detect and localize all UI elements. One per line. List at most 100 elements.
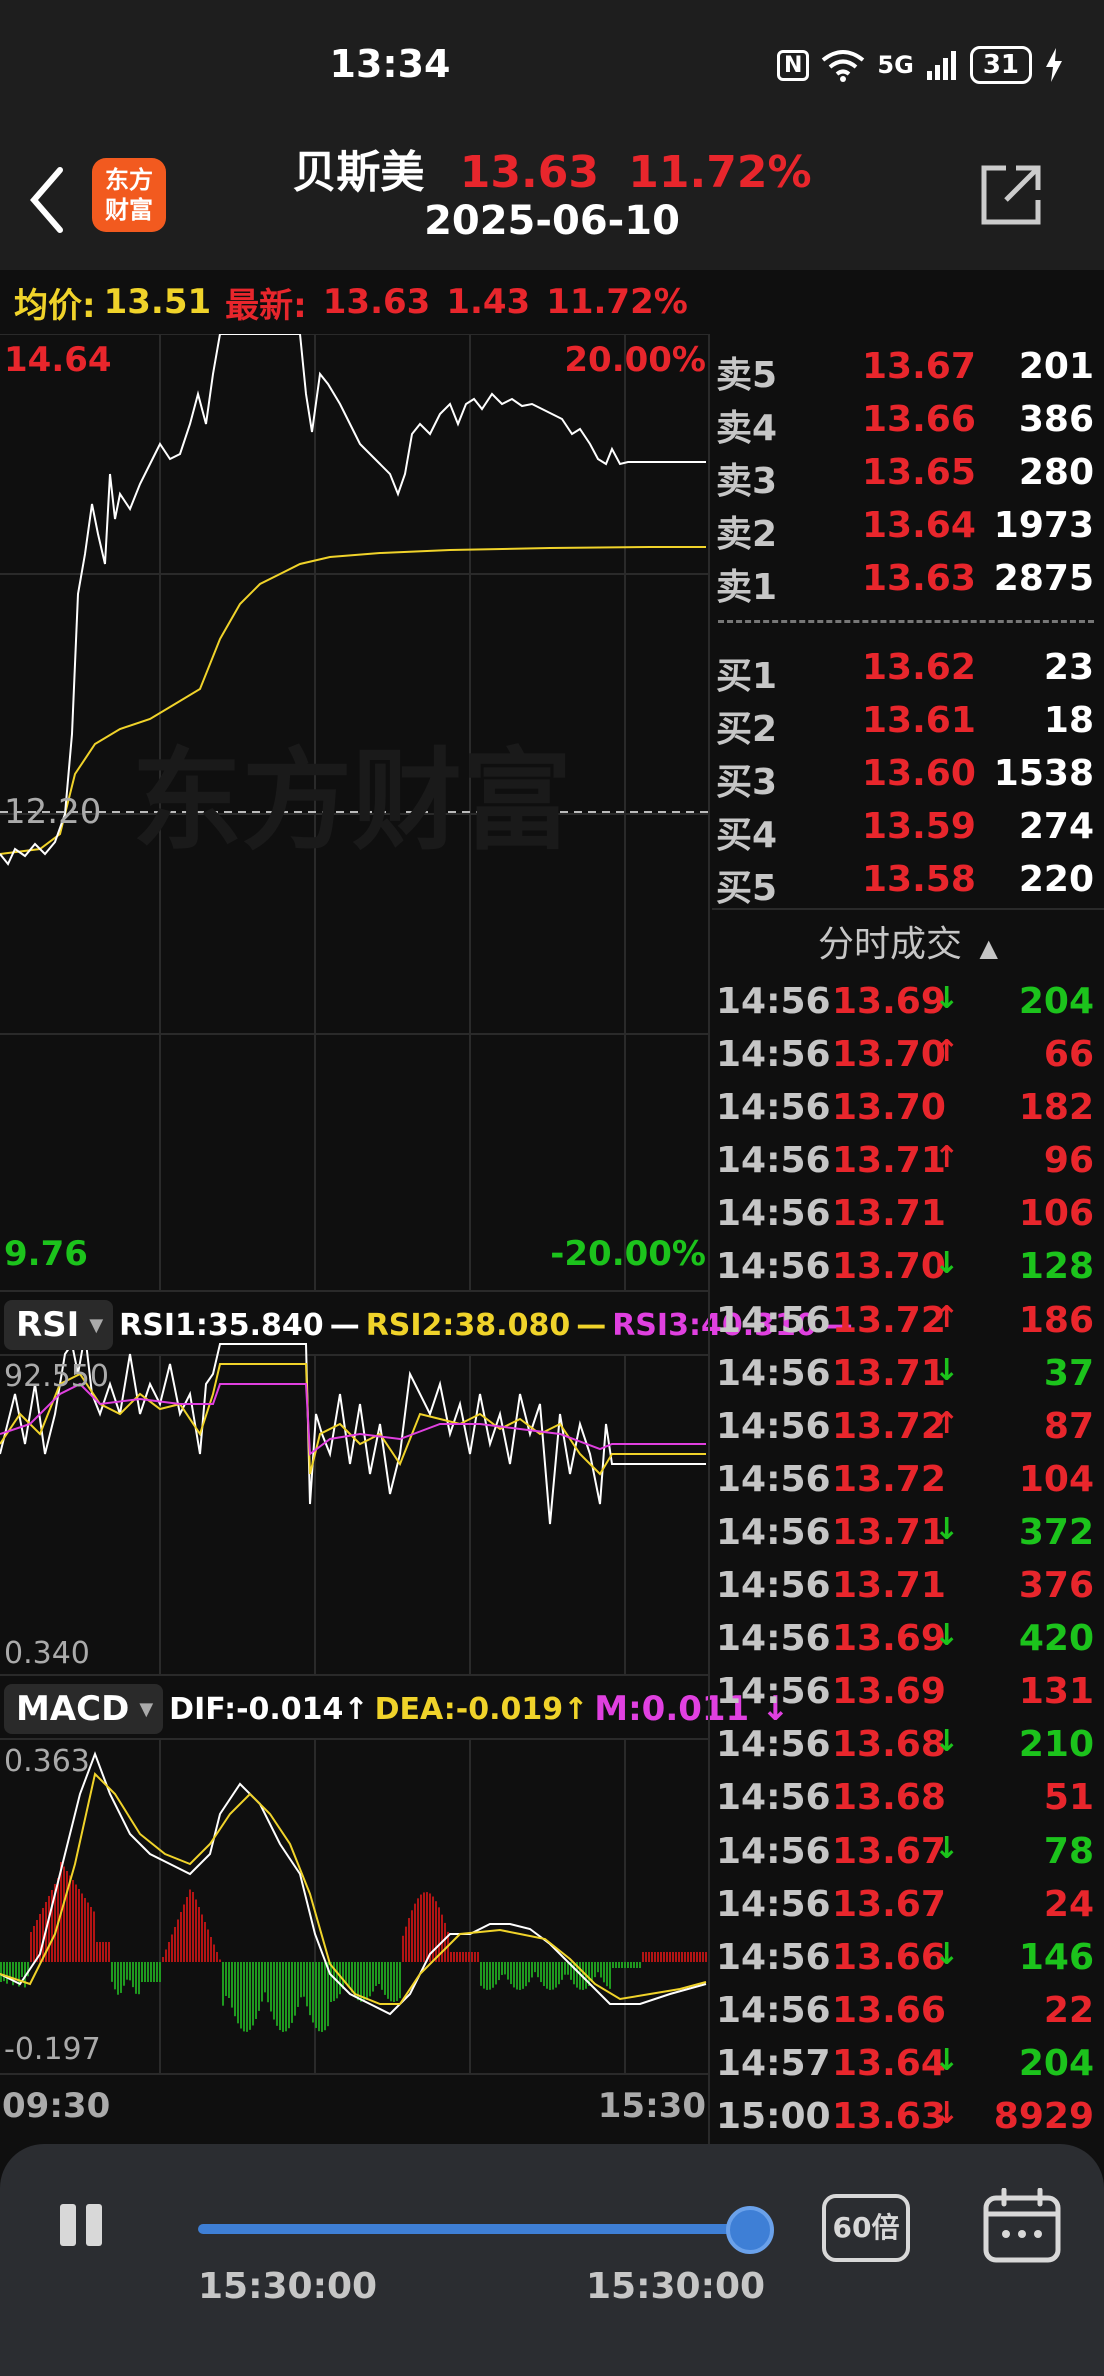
macd-bar: [15, 1962, 17, 1979]
macd-bar: [657, 1952, 659, 1962]
speed-button[interactable]: 60倍: [822, 2194, 910, 2262]
macd-bar: [435, 1901, 437, 1962]
trade-time: 14:56: [716, 1830, 831, 1872]
macd-bar: [492, 1962, 494, 1988]
macd-bar: [531, 1962, 533, 1978]
macd-bar: [81, 1893, 83, 1962]
macd-bar: [228, 1962, 230, 1998]
macd-bottom-label: -0.197: [4, 2032, 101, 2067]
price-info-bar: 均价: 13.51 最新: 13.63 1.43 11.72%: [0, 270, 710, 334]
macd-bar: [264, 1962, 266, 1993]
time-end-label: 15:30: [597, 2086, 706, 2126]
trade-row: 14:56 13.69 131: [712, 1665, 1104, 1718]
macd-bar: [654, 1952, 656, 1962]
macd-bar: [270, 1962, 272, 2012]
macd-bar: [555, 1962, 557, 1988]
macd-bar: [510, 1962, 512, 1985]
macd-bar: [459, 1952, 461, 1962]
intraday-chart-area[interactable]: 东方财富 14.64 20.00% 12.20 9.76 -20.00% RSI…: [0, 334, 853, 2144]
wifi-icon: [822, 50, 865, 82]
macd-bar: [288, 1962, 290, 2029]
macd-bar: [345, 1962, 347, 1984]
trade-direction-icon: ↓: [934, 1618, 960, 1654]
macd-bar: [672, 1952, 674, 1962]
macd-bar: [192, 1892, 194, 1962]
trade-price: 13.69: [832, 1671, 946, 1713]
macd-bar: [216, 1952, 218, 1962]
macd-bar: [198, 1907, 200, 1962]
bid-list: 买1 13.62 23 买2 13.61 18 买3 13.60 1538 买4 13.59 274 买…: [712, 639, 1104, 909]
charging-icon: [1046, 48, 1062, 82]
panel-divider: [708, 334, 710, 2144]
macd-bar: [681, 1952, 683, 1962]
rsi-indicator-select[interactable]: RSI ▼: [4, 1300, 114, 1350]
trade-volume: 87: [1043, 1405, 1094, 1447]
trade-price: 13.68: [832, 1724, 946, 1766]
macd-bar: [252, 1962, 254, 2026]
macd-bar: [177, 1919, 179, 1962]
macd-bar: [372, 1962, 374, 1992]
macd-indicator-select[interactable]: MACD ▼: [4, 1684, 164, 1734]
macd-bar: [291, 1962, 293, 2023]
macd-bar: [618, 1962, 620, 1968]
macd-bar: [687, 1952, 689, 1962]
avg-price-label: 均价:: [14, 285, 96, 326]
macd-bar: [417, 1898, 419, 1962]
macd-bar: [93, 1911, 95, 1962]
macd-bar: [276, 1962, 278, 2026]
dropdown-icon: ▼: [89, 1314, 104, 1336]
macd-bar: [663, 1952, 665, 1962]
dif-value: DIF:-0.014↑: [169, 1691, 369, 1727]
bid-volume: 23: [1043, 647, 1094, 688]
macd-bar: [204, 1922, 206, 1962]
macd-bar: [603, 1962, 605, 1983]
trade-row: 14:56 13.66 22: [712, 1984, 1104, 2037]
macd-bar: [504, 1962, 506, 1975]
macd-bar: [597, 1962, 599, 1973]
trade-time: 14:56: [716, 1883, 831, 1925]
ask-price: 13.67: [862, 346, 976, 387]
macd-bar: [384, 1962, 386, 1995]
macd-histogram: [0, 1862, 707, 2032]
macd-bar: [156, 1962, 158, 1982]
signal-icon: [926, 51, 956, 80]
macd-bar: [669, 1952, 671, 1962]
macd-bar: [468, 1952, 470, 1962]
macd-bar: [258, 1962, 260, 2011]
macd-bar: [246, 1962, 248, 2032]
trade-volume: 104: [1018, 1458, 1094, 1500]
macd-bar: [69, 1875, 71, 1962]
pause-button[interactable]: [56, 2204, 106, 2254]
share-icon[interactable]: [976, 162, 1044, 230]
end-time-label: 15:30:00: [586, 2266, 766, 2307]
trade-direction-icon: ↓: [934, 2095, 960, 2131]
chart-watermark: 东方财富: [132, 737, 572, 865]
calendar-icon[interactable]: [982, 2188, 1062, 2264]
macd-bar: [219, 1959, 221, 1962]
trades-header[interactable]: 分时成交 ▲: [712, 908, 1104, 978]
ask-volume: 280: [1018, 452, 1094, 493]
macd-bar: [0, 1962, 2, 1982]
trade-list[interactable]: 14:56 13.69 ↓ 204 14:56 13.70 ↑ 66 14:56 13.70 182…: [712, 975, 1104, 2143]
macd-bar: [498, 1962, 500, 1981]
trade-price: 13.72: [832, 1299, 946, 1341]
macd-bar: [456, 1952, 458, 1962]
macd-bar: [48, 1896, 50, 1962]
trade-row: 14:56 13.71 376: [712, 1559, 1104, 1612]
macd-bar: [285, 1962, 287, 2032]
trade-volume: 131: [1018, 1671, 1094, 1713]
trade-price: 13.71: [832, 1565, 946, 1607]
trade-volume: 210: [1018, 1724, 1094, 1766]
progress-slider[interactable]: [198, 2224, 748, 2234]
trade-price: 13.70: [832, 1034, 946, 1076]
macd-bar: [195, 1899, 197, 1962]
macd-bar: [207, 1929, 209, 1962]
trade-direction-icon: ↓: [934, 1352, 960, 1388]
macd-bar: [369, 1962, 371, 1997]
macd-bar: [231, 1962, 233, 2008]
macd-bar: [450, 1952, 452, 1962]
macd-bar: [561, 1962, 563, 1980]
progress-slider-thumb[interactable]: [726, 2206, 774, 2254]
trade-volume: 24: [1043, 1883, 1094, 1925]
macd-bar: [114, 1962, 116, 1990]
